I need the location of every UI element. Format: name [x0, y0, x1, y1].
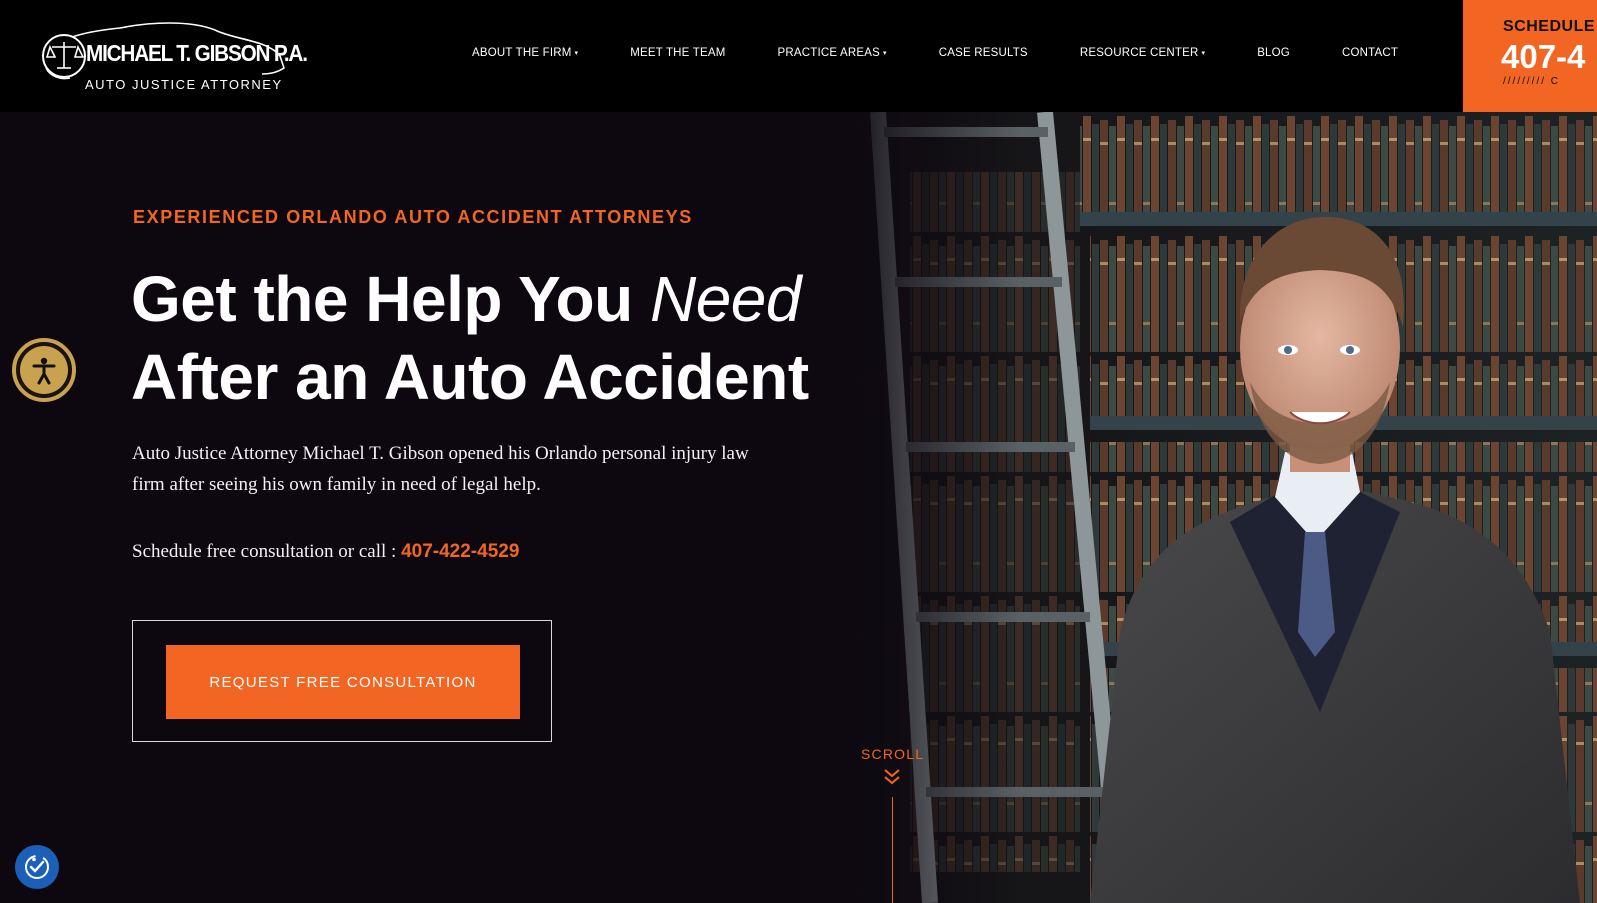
site-header: MICHAEL T. GIBSON P.A. AUTO JUSTICE ATTO…: [0, 0, 1597, 112]
hero-section: EXPERIENCED ORLANDO AUTO ACCIDENT ATTORN…: [0, 112, 1597, 903]
nav-practice-areas[interactable]: PRACTICE AREAS ▾: [777, 47, 886, 59]
headline-line2: After an Auto Accident: [131, 341, 809, 413]
accessibility-person-icon: [20, 346, 68, 394]
main-nav: ABOUT THE FIRM ▾ MEET THE TEAM PRACTICE …: [472, 47, 1450, 59]
scroll-label[interactable]: SCROLL: [861, 746, 924, 762]
nav-label: RESOURCE CENTER: [1079, 47, 1199, 59]
nav-meet-the-team[interactable]: MEET THE TEAM: [630, 47, 725, 59]
hero-call-line: Schedule free consultation or call : 407…: [132, 541, 519, 563]
nav-contact[interactable]: CONTACT: [1342, 47, 1398, 59]
logo-firm-name: MICHAEL T. GIBSON P.A.: [86, 40, 308, 66]
hero-eyebrow: EXPERIENCED ORLANDO AUTO ACCIDENT ATTORN…: [133, 207, 693, 227]
nav-label: CONTACT: [1341, 47, 1399, 59]
chevron-down-icon: ▾: [574, 50, 579, 57]
site-logo[interactable]: MICHAEL T. GIBSON P.A. AUTO JUSTICE ATTO…: [40, 18, 308, 98]
accessibility-widget-button[interactable]: [15, 845, 59, 889]
accessibility-button[interactable]: [12, 338, 76, 402]
nav-label: BLOG: [1257, 47, 1290, 59]
scroll-line: [892, 797, 893, 903]
nav-label: CASE RESULTS: [938, 47, 1028, 59]
accessibility-widget-icon: [25, 855, 49, 879]
phone-link[interactable]: 407-422-4529: [401, 541, 519, 562]
double-chevron-down-icon[interactable]: [883, 768, 901, 786]
chevron-down-icon: ▾: [1201, 50, 1206, 57]
call-text: Schedule free consultation or call :: [132, 541, 402, 562]
cta-frame: REQUEST FREE CONSULTATION: [132, 620, 552, 742]
hero-headline: Get the Help You Need After an Auto Acci…: [131, 260, 809, 416]
schedule-decor: ///////// C: [1503, 76, 1561, 87]
logo-tagline: AUTO JUSTICE ATTORNEY: [85, 77, 283, 92]
nav-blog[interactable]: BLOG: [1257, 47, 1290, 59]
nav-label: ABOUT THE FIRM: [472, 47, 572, 59]
nav-about-the-firm[interactable]: ABOUT THE FIRM ▾: [472, 47, 578, 59]
schedule-phone: 407-4: [1501, 38, 1586, 75]
chevron-down-icon: ▾: [882, 50, 887, 57]
headline-italic: Need: [649, 263, 802, 335]
nav-case-results[interactable]: CASE RESULTS: [939, 47, 1028, 59]
nav-label: PRACTICE AREAS: [777, 47, 880, 59]
nav-label: MEET THE TEAM: [630, 47, 726, 59]
request-consultation-button[interactable]: REQUEST FREE CONSULTATION: [166, 645, 520, 719]
hero-intro: Auto Justice Attorney Michael T. Gibson …: [132, 443, 749, 495]
headline-part1: Get the Help You: [131, 263, 650, 335]
schedule-call-box[interactable]: SCHEDULE I 407-4 ///////// C: [1463, 0, 1597, 112]
schedule-label: SCHEDULE I: [1503, 18, 1597, 35]
nav-resource-center[interactable]: RESOURCE CENTER ▾: [1080, 47, 1205, 59]
